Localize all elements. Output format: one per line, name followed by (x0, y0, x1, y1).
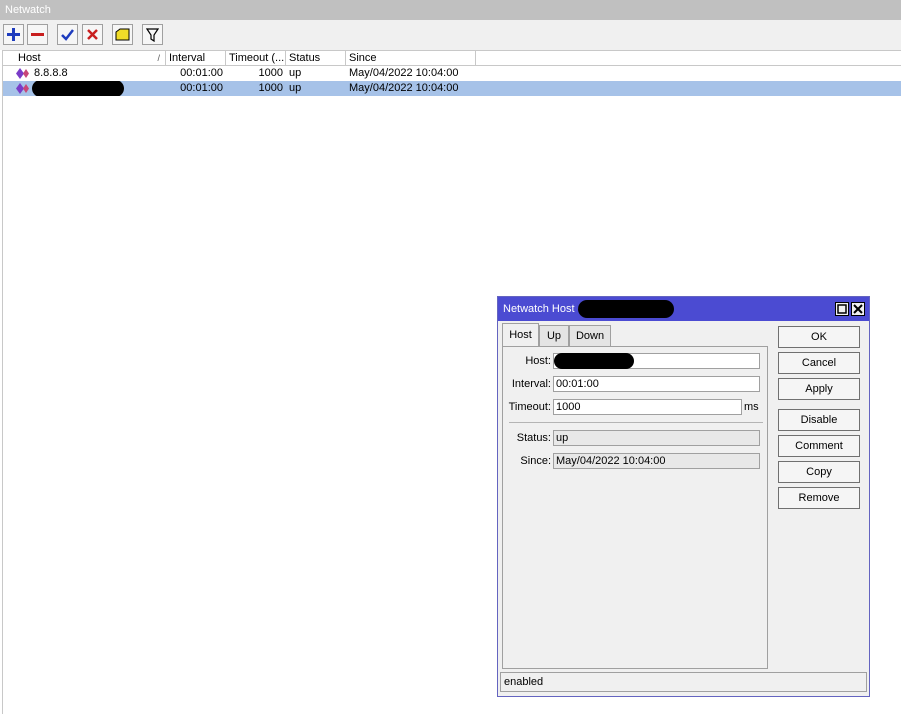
table-header: Host / Interval Timeout (... Status Sinc… (3, 50, 901, 66)
disable-button[interactable]: Disable (778, 409, 860, 431)
maximize-icon (837, 304, 847, 314)
column-header-status[interactable]: Status (286, 51, 346, 66)
cell-since: May/04/2022 10:04:00 (349, 82, 459, 94)
disable-button[interactable] (82, 24, 103, 45)
cell-status: up (289, 82, 302, 94)
host-label: Host: (525, 355, 551, 367)
status-label: Status: (516, 432, 551, 444)
column-header-timeout[interactable]: Timeout (... (226, 51, 286, 66)
timeout-field[interactable]: 1000 (553, 399, 742, 415)
table-row[interactable]: 8.8.8.8 00:01:00 1000 up May/04/2022 10:… (3, 66, 901, 81)
column-header-interval[interactable]: Interval (166, 51, 226, 66)
maximize-button[interactable] (835, 302, 849, 316)
column-header-since[interactable]: Since (346, 51, 476, 66)
filter-icon (146, 27, 159, 42)
cell-host (29, 81, 166, 96)
since-label: Since: (520, 455, 551, 467)
timeout-label: Timeout: (508, 401, 551, 413)
remove-button[interactable]: Remove (778, 487, 860, 509)
since-field: May/04/2022 10:04:00 (553, 453, 760, 469)
window-title: Netwatch (5, 4, 51, 16)
sort-indicator-icon: / (157, 53, 160, 63)
dialog-title: Netwatch Host < (503, 303, 585, 315)
tab-host[interactable]: Host (502, 323, 539, 346)
copy-button[interactable]: Copy (778, 461, 860, 483)
netwatch-host-dialog: Netwatch Host < Host Up Down Host: Inter… (497, 296, 870, 697)
enable-button[interactable] (57, 24, 78, 45)
window-title-bar: Netwatch (0, 0, 901, 20)
tab-down[interactable]: Down (569, 325, 611, 346)
tab-up[interactable]: Up (539, 325, 569, 346)
netwatch-host-icon (16, 68, 29, 79)
cell-timeout: 1000 (258, 82, 283, 94)
toolbar (0, 20, 901, 50)
comment-button[interactable] (112, 24, 133, 45)
remove-button[interactable] (27, 24, 48, 45)
cell-since: May/04/2022 10:04:00 (349, 67, 459, 79)
cell-timeout: 1000 (258, 67, 283, 79)
table-row[interactable]: 00:01:00 1000 up May/04/2022 10:04:00 (3, 81, 901, 96)
redaction-mark (554, 353, 634, 369)
dialog-title-bar[interactable]: Netwatch Host < (498, 297, 869, 321)
redaction-mark (32, 81, 124, 96)
column-header-host[interactable]: Host / (15, 51, 166, 66)
redaction-mark (578, 300, 674, 318)
status-field: up (553, 430, 760, 446)
dialog-status-bar: enabled (500, 672, 867, 692)
x-icon (87, 29, 98, 40)
host-field[interactable] (553, 353, 760, 369)
add-button[interactable] (3, 24, 24, 45)
note-icon (115, 28, 130, 41)
cell-interval: 00:01:00 (180, 82, 223, 94)
close-button[interactable] (851, 302, 865, 316)
interval-label: Interval: (511, 378, 551, 390)
netwatch-host-icon (16, 83, 29, 94)
plus-icon (7, 28, 20, 41)
checkmark-icon (61, 29, 74, 41)
cancel-button[interactable]: Cancel (778, 352, 860, 374)
apply-button[interactable]: Apply (778, 378, 860, 400)
host-tab-panel: Host: Interval: 00:01:00 Timeout: 1000 m… (502, 346, 768, 669)
divider (509, 422, 763, 423)
cell-host: 8.8.8.8 (34, 67, 68, 79)
cell-status: up (289, 67, 302, 79)
close-icon (853, 304, 863, 314)
minus-icon (31, 33, 44, 36)
timeout-unit: ms (744, 401, 759, 413)
interval-field[interactable]: 00:01:00 (553, 376, 760, 392)
comment-button[interactable]: Comment (778, 435, 860, 457)
ok-button[interactable]: OK (778, 326, 860, 348)
filter-button[interactable] (142, 24, 163, 45)
cell-interval: 00:01:00 (180, 67, 223, 79)
